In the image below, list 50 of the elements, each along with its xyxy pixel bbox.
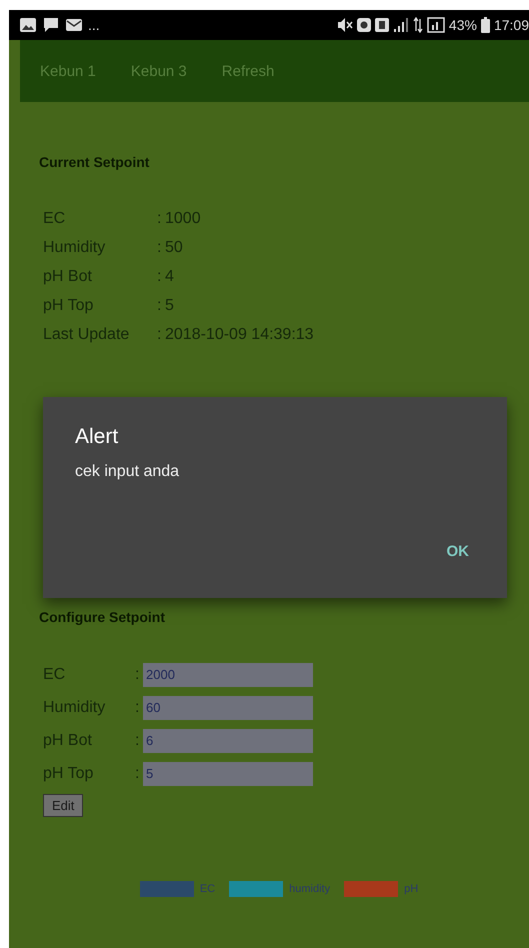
signal-icon — [392, 18, 409, 32]
mail-icon — [65, 17, 83, 33]
field-label: EC — [43, 666, 66, 684]
field-label: Humidity — [43, 698, 106, 716]
field-label: pH Top — [43, 764, 94, 782]
data-arrows-icon — [412, 17, 423, 33]
setpoint-value: 5 — [165, 296, 174, 314]
colon: : — [157, 268, 162, 286]
setpoint-label: EC — [43, 210, 66, 228]
colon: : — [135, 666, 140, 684]
nav-link[interactable]: Kebun 3 — [130, 62, 187, 80]
colon: : — [157, 210, 162, 228]
input-field[interactable]: 60 — [143, 696, 313, 720]
input-field[interactable]: 2000 — [143, 662, 313, 686]
field-label: pH Bot — [43, 732, 93, 750]
mute-icon — [336, 17, 353, 33]
input-field[interactable]: 5 — [143, 762, 313, 786]
colon: : — [135, 732, 140, 750]
ok-button[interactable]: OK — [440, 539, 475, 564]
colon: : — [157, 296, 162, 314]
setpoint-label: Humidity — [43, 238, 106, 256]
setpoint-label: pH Bot — [43, 268, 93, 286]
legend-label: EC — [200, 883, 216, 895]
section-heading: Configure Setpoint — [39, 609, 166, 625]
battery-percent: 43% — [448, 17, 477, 33]
nav-link[interactable]: Refresh — [222, 62, 274, 80]
edit-button[interactable]: Edit — [43, 794, 84, 817]
setpoint-value: 1000 — [165, 210, 201, 228]
battery-icon — [480, 17, 490, 33]
image-icon — [19, 17, 37, 33]
dialog-message: cek input anda — [75, 463, 180, 481]
colon: : — [135, 764, 140, 782]
legend-label: pH — [404, 883, 418, 895]
colon: : — [157, 238, 162, 256]
colon: : — [135, 698, 140, 716]
dialog-title: Alert — [75, 425, 120, 449]
setpoint-value: 4 — [165, 268, 174, 286]
setpoint-label: Last Update — [43, 326, 130, 344]
clock: 17:09 — [494, 17, 529, 33]
more-notifications: ... — [88, 17, 100, 33]
input-field[interactable]: 6 — [143, 728, 313, 752]
section-heading: Current Setpoint — [39, 153, 150, 170]
setpoint-value: 2018-10-09 14:39:13 — [165, 326, 314, 344]
setpoint-value: 50 — [165, 238, 183, 256]
setpoint-label: pH Top — [43, 296, 94, 314]
sim-icon — [374, 18, 389, 32]
nav-link[interactable]: Kebun 1 — [40, 62, 96, 80]
chat-icon — [42, 17, 60, 33]
colon: : — [157, 326, 162, 344]
legend-label: humidity — [289, 883, 330, 895]
